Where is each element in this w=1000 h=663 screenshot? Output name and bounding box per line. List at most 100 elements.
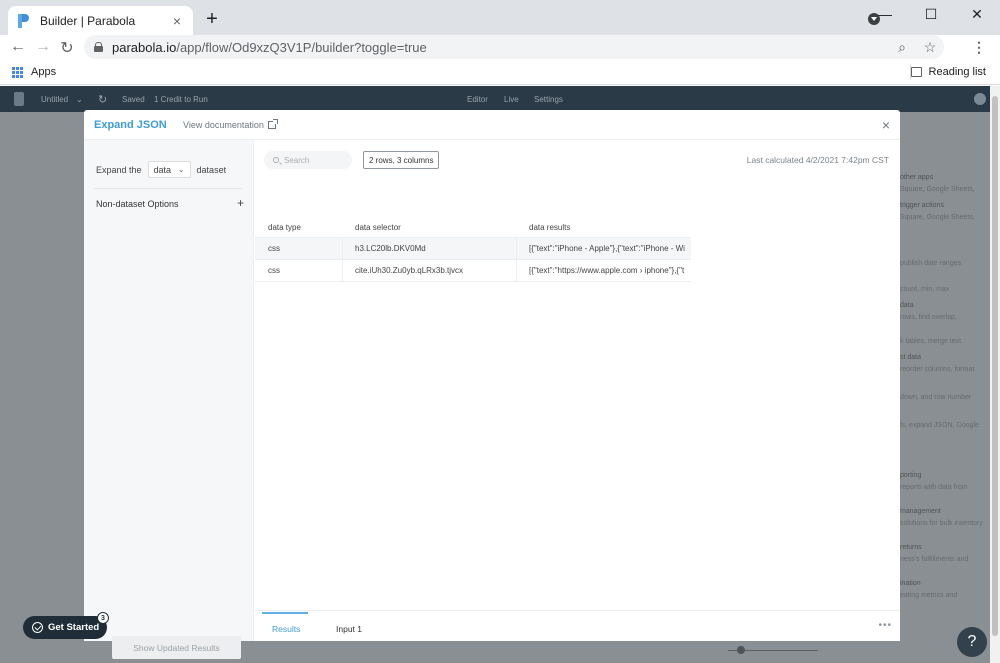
app-topbar: Untitled ⌄ ↻ Saved 1 Credit to Run Edito… [0,86,990,112]
window-close-icon[interactable]: ✕ [954,6,1000,23]
checkmark-icon [32,622,43,633]
parabola-logo-icon[interactable] [14,92,24,106]
side-heading: returns [900,544,922,551]
step-library-panel: other apps Square, Google Sheets, trigge… [900,144,990,602]
apps-bookmark[interactable]: Apps [12,66,56,78]
get-started-count-badge: 3 [97,612,109,624]
help-button[interactable]: ? [957,627,987,657]
side-heading: trigger actions [900,202,944,209]
table-cell[interactable]: css [255,260,343,281]
side-heading: management [900,508,941,515]
get-started-button[interactable]: Get Started [23,616,107,639]
chevron-down-icon: ⌄ [177,165,185,174]
user-avatar[interactable] [974,93,986,105]
show-updated-results-button[interactable]: Show Updated Results [112,636,241,659]
tab-title: Builder | Parabola [40,13,136,28]
expand-suffix-label: dataset [196,164,227,175]
saved-status: Saved [122,94,145,104]
results-tabs: Results Input 1 ••• [255,610,900,641]
expand-dataset-row: Expand the data ⌄ dataset [96,161,226,178]
table-cell[interactable]: cite.iUh30.Zu0yb.qLRx3b.tjvcx [343,260,517,281]
settings-divider [94,188,242,189]
modal-header: Expand JSON View documentation × [84,110,900,140]
table-row: css h3.LC20lb.DKV0Md [{"text":"iPhone - … [255,238,691,260]
forward-icon[interactable]: → [33,38,53,56]
browser-toolbar: ← → ↻ parabola.io/app/flow/Od9xzQ3V1P/bu… [0,35,1000,60]
nav-settings[interactable]: Settings [534,95,563,104]
browser-tab[interactable]: Builder | Parabola × [8,6,193,35]
page-scrollbar[interactable] [990,86,1000,663]
bookmark-star-icon[interactable]: ☆ [916,39,944,56]
address-bar[interactable]: parabola.io/app/flow/Od9xzQ3V1P/builder?… [84,35,944,59]
side-text: ness's fulfillments and [900,556,969,563]
plus-icon[interactable]: + [237,197,244,209]
table-header-row: data type data selector data results [255,218,691,238]
reload-icon[interactable]: ↻ [57,38,77,58]
reading-list-label: Reading list [928,66,986,78]
lock-icon[interactable] [94,42,103,52]
tab-input-1[interactable]: Input 1 [336,624,362,634]
new-tab-button[interactable]: + [202,8,222,31]
column-header[interactable]: data selector [343,218,517,237]
last-calculated-text: Last calculated 4/2/2021 7:42pm CST [746,155,889,165]
side-text: eating metrics and [900,592,958,599]
refresh-icon[interactable]: ↻ [98,93,107,106]
flow-name[interactable]: Untitled [41,95,68,104]
reading-list-icon [910,67,922,77]
nav-editor[interactable]: Editor [467,95,488,104]
dataset-select[interactable]: data ⌄ [147,161,191,178]
table-cell[interactable]: [{"text":"iPhone - Apple"},{"text":"iPho… [517,238,691,259]
table-row: css cite.iUh30.Zu0yb.qLRx3b.tjvcx [{"tex… [255,260,691,282]
get-started-label: Get Started [48,622,100,633]
back-icon[interactable]: ← [8,38,28,56]
flow-name-chevron-icon[interactable]: ⌄ [76,95,83,104]
side-text: publish date ranges [900,260,962,267]
side-text: reorder columns, format [900,366,975,373]
modal-title: Expand JSON [94,119,167,131]
minimize-icon[interactable]: — [862,6,908,22]
tab-close-icon[interactable]: × [169,13,185,29]
side-heading: st data [900,354,922,361]
expand-prefix-label: Expand the [96,164,142,175]
maximize-icon[interactable]: ☐ [908,6,954,23]
nav-live[interactable]: Live [504,95,519,104]
search-icon [273,157,279,163]
doc-link-label: View documentation [183,120,264,130]
side-text: count, min, max [900,286,950,293]
browser-menu-icon[interactable]: ⋮ [972,39,986,56]
results-panel: 2 rows, 3 columns Last calculated 4/2/20… [255,140,900,641]
tab-results[interactable]: Results [272,624,300,634]
scrollbar-thumb[interactable] [992,96,998,636]
more-options-icon[interactable]: ••• [878,620,892,631]
side-text: Square, Google Sheets, [900,186,975,193]
side-heading: data [900,302,914,309]
table-cell[interactable]: css [255,238,343,259]
url-text[interactable]: parabola.io/app/flow/Od9xzQ3V1P/builder?… [112,40,888,55]
dataset-select-value: data [153,164,172,175]
column-header[interactable]: data type [255,218,343,237]
bookmarks-bar: Apps Reading list [0,60,1000,85]
results-table: data type data selector data results css… [255,218,691,282]
non-dataset-options-label: Non-dataset Options [96,199,179,209]
search-input[interactable] [284,155,344,165]
search-box[interactable] [264,151,352,169]
column-header[interactable]: data results [517,218,691,237]
reading-list-button[interactable]: Reading list [910,66,986,78]
active-tab-indicator [262,612,308,614]
window-controls: — ☐ ✕ [862,0,1000,28]
parabola-favicon-icon [18,13,29,28]
side-text: k tables, merge text [900,338,962,345]
zoom-slider-handle[interactable] [737,646,745,654]
zoom-icon[interactable]: ⌕ [888,39,916,56]
table-cell[interactable]: h3.LC20lb.DKV0Md [343,238,517,259]
credit-text: 1 Credit to Run [154,94,208,104]
side-text: rows, find overlap, [900,314,957,321]
modal-close-icon[interactable]: × [882,117,890,133]
non-dataset-options-toggle[interactable]: Non-dataset Options + [96,197,244,209]
apps-grid-icon [12,66,23,78]
table-cell[interactable]: [{"text":"https://www.apple.com › iphone… [517,260,691,281]
side-text: reports with data from [900,484,968,491]
apps-label: Apps [31,66,57,78]
side-text: Square, Google Sheets, [900,214,975,221]
view-documentation-link[interactable]: View documentation [183,119,278,130]
